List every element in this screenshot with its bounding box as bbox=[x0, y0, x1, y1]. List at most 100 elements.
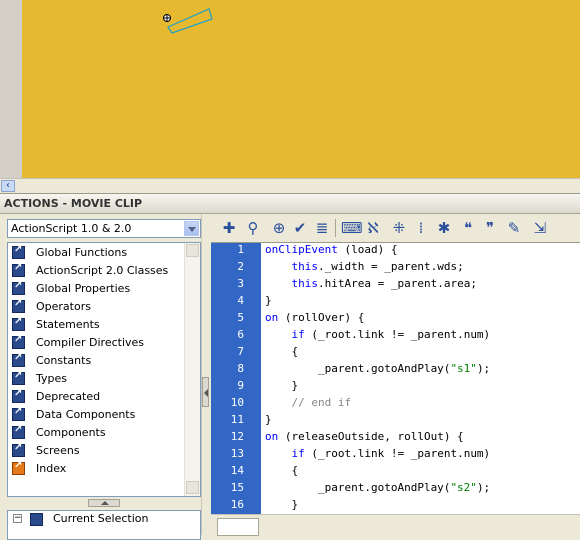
code-line[interactable]: on (releaseOutside, rollOut) { bbox=[265, 430, 464, 443]
toolbox-item-label: Screens bbox=[36, 444, 80, 457]
debug-options-icon[interactable]: ℵ bbox=[364, 219, 382, 237]
apply-line-comment-icon[interactable]: ❞ bbox=[481, 219, 499, 237]
current-selection-label[interactable]: Current Selection bbox=[53, 512, 149, 525]
toolbox-item-label: Operators bbox=[36, 300, 91, 313]
version-select-value: ActionScript 1.0 & 2.0 bbox=[11, 222, 132, 235]
code-line[interactable]: { bbox=[265, 345, 298, 358]
toolbox-item-types[interactable]: Types bbox=[10, 370, 188, 388]
toolbox-item-statements[interactable]: Statements bbox=[10, 316, 188, 334]
actions-toolbox-list[interactable]: Global Functions ActionScript 2.0 Classe… bbox=[7, 242, 201, 497]
toolbox-item-screens[interactable]: Screens bbox=[10, 442, 188, 460]
movie-clip-icon bbox=[30, 513, 43, 526]
collapse-toolbox-button[interactable] bbox=[202, 377, 209, 407]
add-statement-icon[interactable]: ✚ bbox=[220, 219, 238, 237]
actions-toolbox-pane: ActionScript 1.0 & 2.0 Global Functions … bbox=[0, 214, 210, 540]
stage-canvas[interactable] bbox=[22, 0, 580, 178]
line-number: 12 bbox=[230, 430, 244, 443]
toolbox-item-actionscript-classes[interactable]: ActionScript 2.0 Classes bbox=[10, 262, 188, 280]
toolbox-item-label: Global Properties bbox=[36, 282, 131, 295]
code-line[interactable]: this._width = _parent.wds; bbox=[265, 260, 464, 273]
script-tab-bar bbox=[211, 514, 580, 536]
line-number: 4 bbox=[237, 294, 244, 307]
actionscript-version-select[interactable]: ActionScript 1.0 & 2.0 bbox=[7, 219, 201, 238]
toolbox-item-compiler-directives[interactable]: Compiler Directives bbox=[10, 334, 188, 352]
toolbox-item-deprecated[interactable]: Deprecated bbox=[10, 388, 188, 406]
toolbox-item-label: Index bbox=[36, 462, 67, 475]
book-icon bbox=[12, 442, 25, 457]
book-icon bbox=[12, 298, 25, 313]
script-navigator[interactable]: − Current Selection bbox=[7, 510, 201, 540]
book-icon bbox=[12, 406, 25, 421]
toolbox-item-components[interactable]: Components bbox=[10, 424, 188, 442]
book-icon bbox=[12, 316, 25, 331]
line-number: 13 bbox=[230, 447, 244, 460]
collapse-between-braces-icon[interactable]: ⁜ bbox=[390, 219, 408, 237]
toolbox-item-index[interactable]: Index bbox=[10, 460, 188, 478]
toolbox-item-label: Global Functions bbox=[36, 246, 128, 259]
show-hide-toolbox-icon[interactable]: ⇲ bbox=[531, 219, 549, 237]
index-icon bbox=[12, 460, 25, 475]
scroll-down-icon[interactable] bbox=[186, 481, 199, 494]
chevron-down-icon[interactable] bbox=[184, 221, 199, 236]
toolbox-item-label: Deprecated bbox=[36, 390, 101, 403]
check-syntax-icon[interactable]: ✔ bbox=[291, 219, 309, 237]
expand-all-icon[interactable]: ✱ bbox=[435, 219, 453, 237]
insert-target-path-icon[interactable]: ⊕ bbox=[270, 219, 288, 237]
code-line[interactable]: _parent.gotoAndPlay("s1"); bbox=[265, 362, 490, 375]
apply-block-comment-icon[interactable]: ❝ bbox=[459, 219, 477, 237]
code-line[interactable]: // end if bbox=[265, 396, 351, 409]
code-line[interactable]: { bbox=[265, 464, 298, 477]
code-line[interactable]: _parent.gotoAndPlay("s2"); bbox=[265, 481, 490, 494]
code-line[interactable]: } bbox=[265, 498, 298, 511]
book-icon bbox=[12, 424, 25, 439]
pane-split-handle[interactable] bbox=[88, 499, 120, 507]
toolbox-item-label: Compiler Directives bbox=[36, 336, 145, 349]
scroll-left-icon[interactable]: ‹ bbox=[1, 180, 15, 192]
find-icon[interactable]: ⚲ bbox=[244, 219, 262, 237]
code-line[interactable]: } bbox=[265, 413, 272, 426]
book-icon bbox=[12, 388, 25, 403]
remove-comment-icon[interactable]: ✎ bbox=[505, 219, 523, 237]
toolbox-item-global-functions[interactable]: Global Functions bbox=[10, 244, 188, 262]
code-line[interactable]: on (rollOver) { bbox=[265, 311, 364, 324]
collapse-icon[interactable]: − bbox=[13, 514, 22, 523]
code-line[interactable]: onClipEvent (load) { bbox=[265, 243, 397, 256]
line-number: 11 bbox=[230, 413, 244, 426]
toolbox-item-label: ActionScript 2.0 Classes bbox=[36, 264, 169, 277]
book-icon bbox=[12, 280, 25, 295]
toolbox-item-data-components[interactable]: Data Components bbox=[10, 406, 188, 424]
scroll-up-icon[interactable] bbox=[186, 244, 199, 257]
line-number: 3 bbox=[237, 277, 244, 290]
collapse-selection-icon[interactable]: ⁞ bbox=[412, 219, 430, 237]
toolbox-scrollbar[interactable] bbox=[184, 243, 200, 496]
actions-panel-header[interactable]: ACTIONS - MOVIE CLIP bbox=[0, 194, 580, 214]
code-line[interactable]: if (_root.link != _parent.num) bbox=[265, 447, 491, 460]
code-line[interactable]: if (_root.link != _parent.num) bbox=[265, 328, 491, 341]
toolbox-item-label: Constants bbox=[36, 354, 92, 367]
pane-divider[interactable] bbox=[201, 214, 211, 535]
line-number: 7 bbox=[237, 345, 244, 358]
toolbox-item-global-properties[interactable]: Global Properties bbox=[10, 280, 188, 298]
line-number: 2 bbox=[237, 260, 244, 273]
movie-clip-instance[interactable] bbox=[22, 0, 580, 178]
toolbox-item-label: Components bbox=[36, 426, 106, 439]
show-code-hint-icon[interactable]: ⌨ bbox=[341, 219, 363, 237]
code-line[interactable]: } bbox=[265, 379, 298, 392]
code-line[interactable]: this.hitArea = _parent.area; bbox=[265, 277, 477, 290]
book-icon bbox=[12, 244, 25, 259]
panel-title: ACTIONS - MOVIE CLIP bbox=[4, 197, 143, 210]
toolbox-item-constants[interactable]: Constants bbox=[10, 352, 188, 370]
book-icon bbox=[12, 352, 25, 367]
line-number: 14 bbox=[230, 464, 244, 477]
script-tab[interactable] bbox=[217, 518, 259, 536]
script-editor[interactable]: 1 onClipEvent (load) {2 this._width = _pa… bbox=[211, 242, 580, 514]
toolbox-item-label: Types bbox=[36, 372, 67, 385]
auto-format-icon[interactable]: ≣ bbox=[313, 219, 331, 237]
toolbar-separator bbox=[335, 219, 336, 237]
code-line[interactable]: } bbox=[265, 294, 272, 307]
stage-horizontal-scrollbar[interactable]: ‹ bbox=[0, 178, 580, 194]
toolbox-item-operators[interactable]: Operators bbox=[10, 298, 188, 316]
toolbox-item-label: Data Components bbox=[36, 408, 136, 421]
toolbox-item-label: Statements bbox=[36, 318, 100, 331]
line-number: 8 bbox=[237, 362, 244, 375]
